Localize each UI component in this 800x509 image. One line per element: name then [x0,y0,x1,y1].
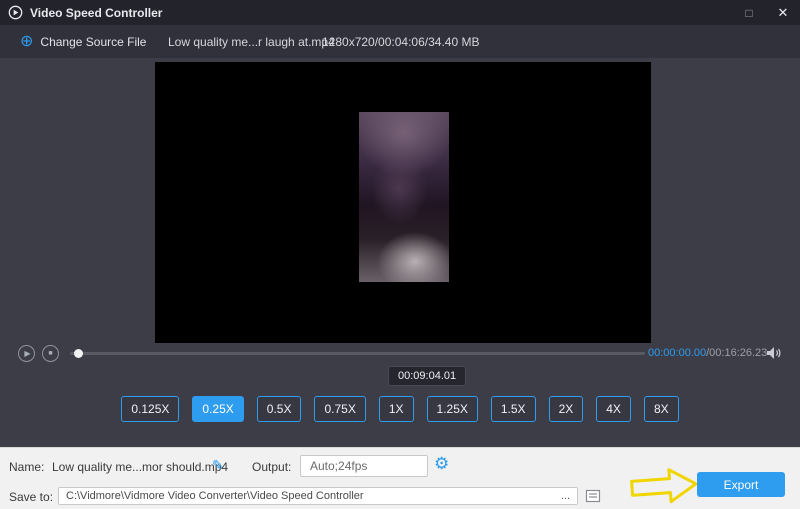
speed-options-row: 0.125X 0.25X 0.5X 0.75X 1X 1.25X 1.5X 2X… [0,396,800,422]
time-display: 00:00:00.00/00:16:26.23 [648,347,767,359]
close-button[interactable]: ✕ [766,0,800,25]
change-source-file-label: Change Source File [40,34,147,49]
title-bar: Video Speed Controller □ ✕ [0,0,800,25]
footer-bar: Name: Low quality me...mor should.mp4 ✎ … [0,447,800,509]
window-title: Video Speed Controller [30,5,163,20]
app-window: Video Speed Controller □ ✕ ⊕ Change Sour… [0,0,800,509]
maximize-button[interactable]: □ [732,0,766,25]
open-folder-icon[interactable] [585,488,601,504]
video-frame-preview [359,112,449,282]
output-settings-gear-icon[interactable]: ⚙ [434,454,449,474]
output-label: Output: [252,460,292,474]
speed-button-05x[interactable]: 0.5X [256,396,302,422]
speed-button-1x[interactable]: 1X [378,396,414,422]
time-current: 00:00:00.00 [648,347,707,359]
output-file-name: Low quality me...mor should.mp4 [52,460,229,474]
seek-time-tooltip: 00:09:04.01 [388,366,467,386]
highlight-arrow-annotation [630,468,698,504]
play-button[interactable]: ▶ [18,345,35,362]
app-logo-icon [8,5,23,20]
seek-thumb[interactable] [74,349,83,358]
speed-button-025x[interactable]: 0.25X [192,396,244,422]
save-to-path-value: C:\Vidmore\Vidmore Video Converter\Video… [66,490,364,502]
time-total: /00:16:26.23 [706,347,768,359]
speed-button-0125x[interactable]: 0.125X [121,396,180,422]
video-player[interactable] [155,62,651,343]
change-source-file-button[interactable]: ⊕ Change Source File [20,32,147,50]
speed-button-075x[interactable]: 0.75X [314,396,366,422]
speed-button-4x[interactable]: 4X [596,396,631,422]
plus-circle-icon: ⊕ [20,32,34,50]
stop-button[interactable]: ■ [42,345,59,362]
name-label: Name: [9,460,45,474]
loaded-file-info: 1280x720/00:04:06/34.40 MB [322,34,480,49]
save-to-label: Save to: [9,490,54,504]
save-to-path-field[interactable]: C:\Vidmore\Vidmore Video Converter\Video… [58,487,578,505]
edit-pencil-icon[interactable]: ✎ [212,457,224,474]
loaded-file-name: Low quality me...r laugh at.mp4 [168,34,335,49]
main-area: ▶ ■ 00:00:00.00/00:16:26.23 00:09:04.01 … [0,58,800,447]
toolbar: ⊕ Change Source File Low quality me...r … [0,25,800,58]
speed-button-15x[interactable]: 1.5X [490,396,536,422]
export-button[interactable]: Export [697,472,785,497]
speed-button-8x[interactable]: 8X [643,396,679,422]
transport-controls: ▶ ■ 00:00:00.00/00:16:26.23 [0,345,800,365]
window-controls: □ ✕ [732,0,800,25]
speed-button-2x[interactable]: 2X [548,396,584,422]
browse-more-button[interactable]: ... [558,488,573,504]
speed-button-125x[interactable]: 1.25X [426,396,478,422]
output-format-field[interactable]: Auto;24fps [300,455,428,477]
volume-icon[interactable] [766,346,782,360]
seek-bar[interactable] [70,349,645,358]
